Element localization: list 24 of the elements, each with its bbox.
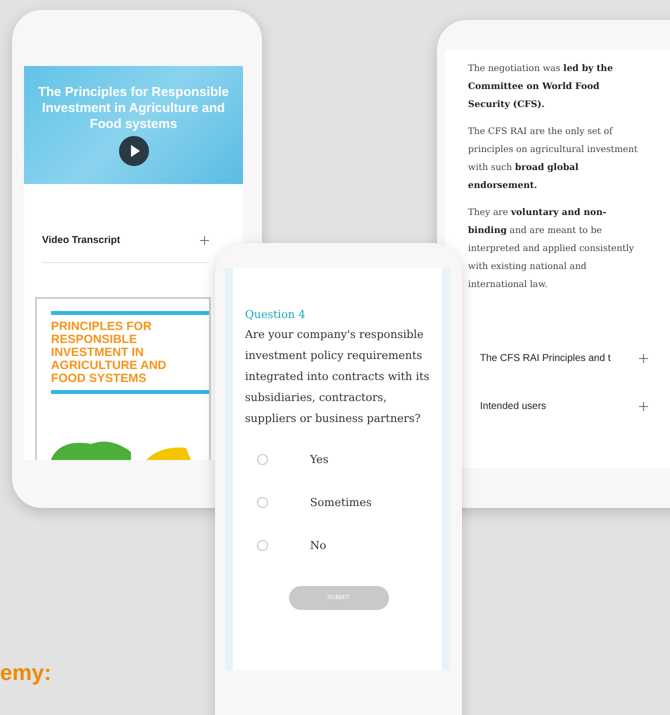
caption-heading: emy: bbox=[0, 660, 52, 686]
cover-title: PRINCIPLES FOR RESPONSIBLE INVESTMENT IN AGRICULTURE AND FOOD SYSTEMS bbox=[51, 320, 168, 385]
radio-button[interactable] bbox=[257, 454, 268, 465]
option-label: Sometimes bbox=[310, 496, 372, 509]
play-icon[interactable] bbox=[118, 136, 148, 166]
accordion-item[interactable]: Intended users bbox=[468, 382, 648, 430]
paragraph: They are voluntary and non-binding and are meant to be interpreted and applied consistently with existing national and international law. bbox=[468, 207, 635, 292]
plus-icon bbox=[200, 236, 209, 244]
radio-button[interactable] bbox=[257, 497, 268, 508]
question-text: Are your company's responsible investment policy requirements integrated into contracts with its subsidiaries, contractors, suppliers or business partners? bbox=[245, 327, 430, 427]
plus-icon bbox=[639, 402, 648, 410]
video-title: The Principles for Responsible Investment in Agriculture and Food systems bbox=[37, 84, 230, 132]
accordion-label: Intended users bbox=[480, 400, 546, 412]
plus-icon bbox=[639, 354, 648, 362]
question-label: Question 4 bbox=[245, 308, 306, 321]
accordion-label: Video Transcript bbox=[42, 234, 120, 246]
accordion-label: The CFS RAI Principles and t bbox=[480, 352, 611, 364]
radio-button[interactable] bbox=[257, 540, 268, 551]
paragraph: The CFS RAI are the only set of principles on agricultural investment with such broad global endorsement. bbox=[468, 126, 639, 193]
accordion-item[interactable]: The CFS RAI Principles and t bbox=[468, 334, 648, 382]
option-label: No bbox=[310, 539, 326, 552]
paragraph: The negotiation was led by the Committee on World Food Security (CFS). bbox=[468, 63, 614, 112]
accordion-item[interactable]: Video Transcript bbox=[42, 218, 209, 263]
option-label: Yes bbox=[310, 453, 328, 466]
